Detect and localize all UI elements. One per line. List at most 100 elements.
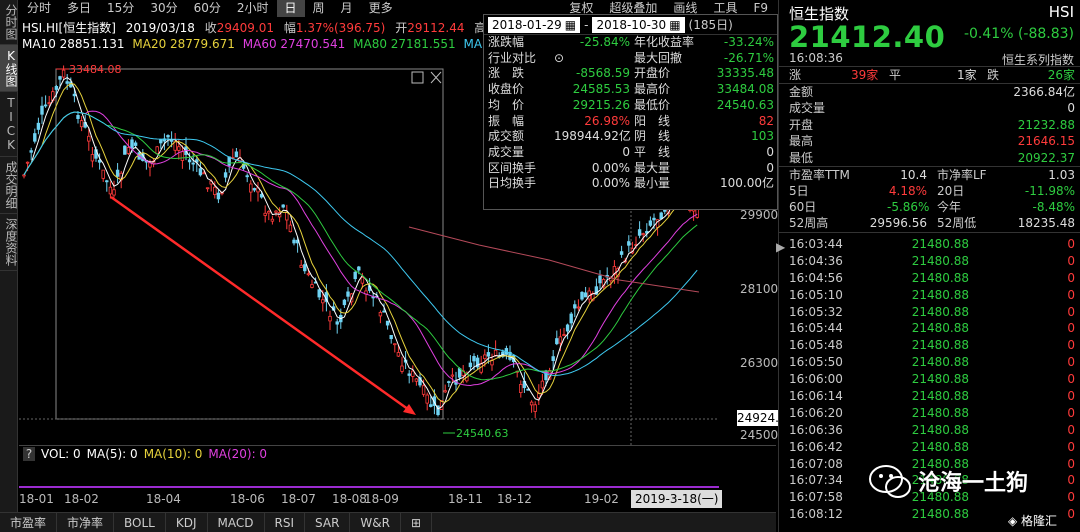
candle-body (555, 338, 559, 345)
candle-body (87, 135, 91, 142)
pe-pb-row: 市盈率TTM 10.4 市净率LF 1.03 (789, 168, 1075, 182)
stat-label: 均 价 (488, 97, 525, 112)
candle-body (263, 212, 267, 216)
candle-body (205, 187, 210, 190)
candle-body (551, 356, 555, 362)
stat-label: 开盘价 (634, 66, 671, 81)
x-tick: 18-02 (64, 492, 99, 506)
scroll-arrow-icon[interactable]: ▶ (776, 240, 785, 254)
stat-value: 29215.26 (572, 97, 630, 112)
calendar-icon[interactable]: ▦ (669, 17, 680, 33)
help-button[interactable]: ? (23, 446, 35, 461)
candle-body (173, 141, 177, 151)
candle-body (306, 273, 311, 276)
candle-body (353, 271, 357, 280)
stat-label: 平 线 (634, 144, 671, 159)
close-value: 29409.01 (216, 21, 275, 35)
quote-time: 16:08:36 (789, 51, 843, 65)
candle-body (285, 211, 289, 221)
candle-body (79, 120, 84, 128)
indicator-tab[interactable]: SAR (305, 513, 351, 532)
selection-box (55, 68, 444, 420)
candle-body (483, 354, 487, 360)
volume-legend: ? VOL: 0 MA(5): 0 MA(10): 0 MA(20): 0 (19, 445, 776, 461)
candle-body (317, 289, 321, 298)
rail-tab[interactable]: 深度资料 (0, 214, 18, 271)
indicator-tab[interactable]: ⊞ (401, 513, 433, 532)
low-mark-label: 24540.63 (456, 427, 509, 440)
candle-body (180, 151, 185, 161)
up-count: 39家 (851, 68, 879, 82)
period-button[interactable]: 2小时 (229, 0, 277, 17)
bar-date: 2019/03/18 (125, 21, 195, 35)
period-button[interactable]: 更多 (361, 0, 401, 17)
rail-tab[interactable]: 分时图 (0, 0, 18, 45)
candle-body (486, 352, 491, 357)
open-value: 29112.44 (407, 21, 465, 35)
indicator-tab[interactable]: MACD (208, 513, 265, 532)
candle-body (411, 370, 415, 377)
y-tick-29900: 29900 (740, 208, 779, 222)
long-ma-line (408, 226, 700, 293)
left-view-rail: 分时图 K线图 TICK 成交明细 深度资料 (0, 0, 18, 512)
candle-body (393, 343, 397, 346)
period-button[interactable]: 日 (276, 0, 305, 17)
rail-tab[interactable]: TICK (0, 92, 18, 157)
candle-body (130, 139, 134, 149)
period-button[interactable]: 多日 (59, 0, 99, 17)
start-date-field[interactable]: 2018-01-29 ▦ (488, 16, 581, 33)
rail-tab[interactable]: 成交明细 (0, 157, 18, 214)
period-button[interactable]: 30分 (142, 0, 185, 17)
stat-value: 0 (766, 144, 774, 159)
candle-body (40, 105, 44, 115)
period-button[interactable]: 月 (333, 0, 361, 17)
indicator-tab[interactable]: W&R (350, 513, 401, 532)
period-button[interactable]: 周 (305, 0, 333, 17)
candle-body (288, 224, 293, 233)
quote-row: 最高 21646.15 (789, 134, 1075, 149)
candle-body (198, 168, 203, 176)
maximize-icon[interactable] (411, 71, 424, 84)
calendar-icon[interactable]: ▦ (565, 17, 576, 33)
stat-value: 0.00% (591, 176, 630, 191)
period-button[interactable]: 分时 (19, 0, 59, 17)
indicator-tab[interactable]: 市净率 (57, 513, 115, 532)
candle-body (36, 122, 41, 130)
candle-body (65, 81, 69, 84)
candle-body (421, 385, 426, 395)
rail-tab[interactable]: K线图 (0, 45, 18, 92)
candle-body (281, 204, 285, 208)
stat-label: 年化收益率 (634, 35, 695, 49)
vol-ma10: MA(10): 0 (143, 446, 203, 461)
candle-body (443, 390, 447, 393)
period-button[interactable]: 60分 (186, 0, 229, 17)
candle-body (558, 336, 563, 344)
candle-body (274, 210, 278, 213)
candle-body (357, 266, 361, 271)
candle-body (123, 145, 127, 155)
watermark-text: 沧海一土狗 (918, 471, 1029, 496)
candle-body (155, 146, 159, 155)
candle-body (43, 104, 48, 107)
candle-body (565, 324, 570, 332)
wechat-icon (869, 465, 911, 498)
candle-body (245, 175, 249, 178)
close-icon[interactable] (430, 71, 442, 84)
tick-row: 16:05:32 21480.88 0 (789, 304, 1075, 319)
indicator-tab[interactable]: KDJ (166, 513, 208, 532)
stat-label: 最低价 (634, 97, 671, 112)
candle-body (533, 404, 537, 412)
end-date-field[interactable]: 2018-10-30 ▦ (592, 16, 685, 33)
stat-value: 103 (751, 129, 774, 144)
indicator-tab[interactable]: 市盈率 (0, 513, 58, 532)
stat-label: 成交量 (488, 144, 525, 159)
candle-body (169, 139, 174, 142)
stat-value: 24540.63 (716, 97, 774, 112)
stat-label: 行业对比 (488, 50, 537, 65)
ma10-legend: MA10 28851.131 (22, 37, 125, 51)
indicator-tab[interactable]: RSI (265, 513, 306, 532)
period-button[interactable]: 15分 (99, 0, 142, 17)
candle-body (407, 373, 411, 376)
indicator-tab[interactable]: BOLL (114, 513, 166, 532)
down-count: 26家 (1047, 68, 1075, 82)
